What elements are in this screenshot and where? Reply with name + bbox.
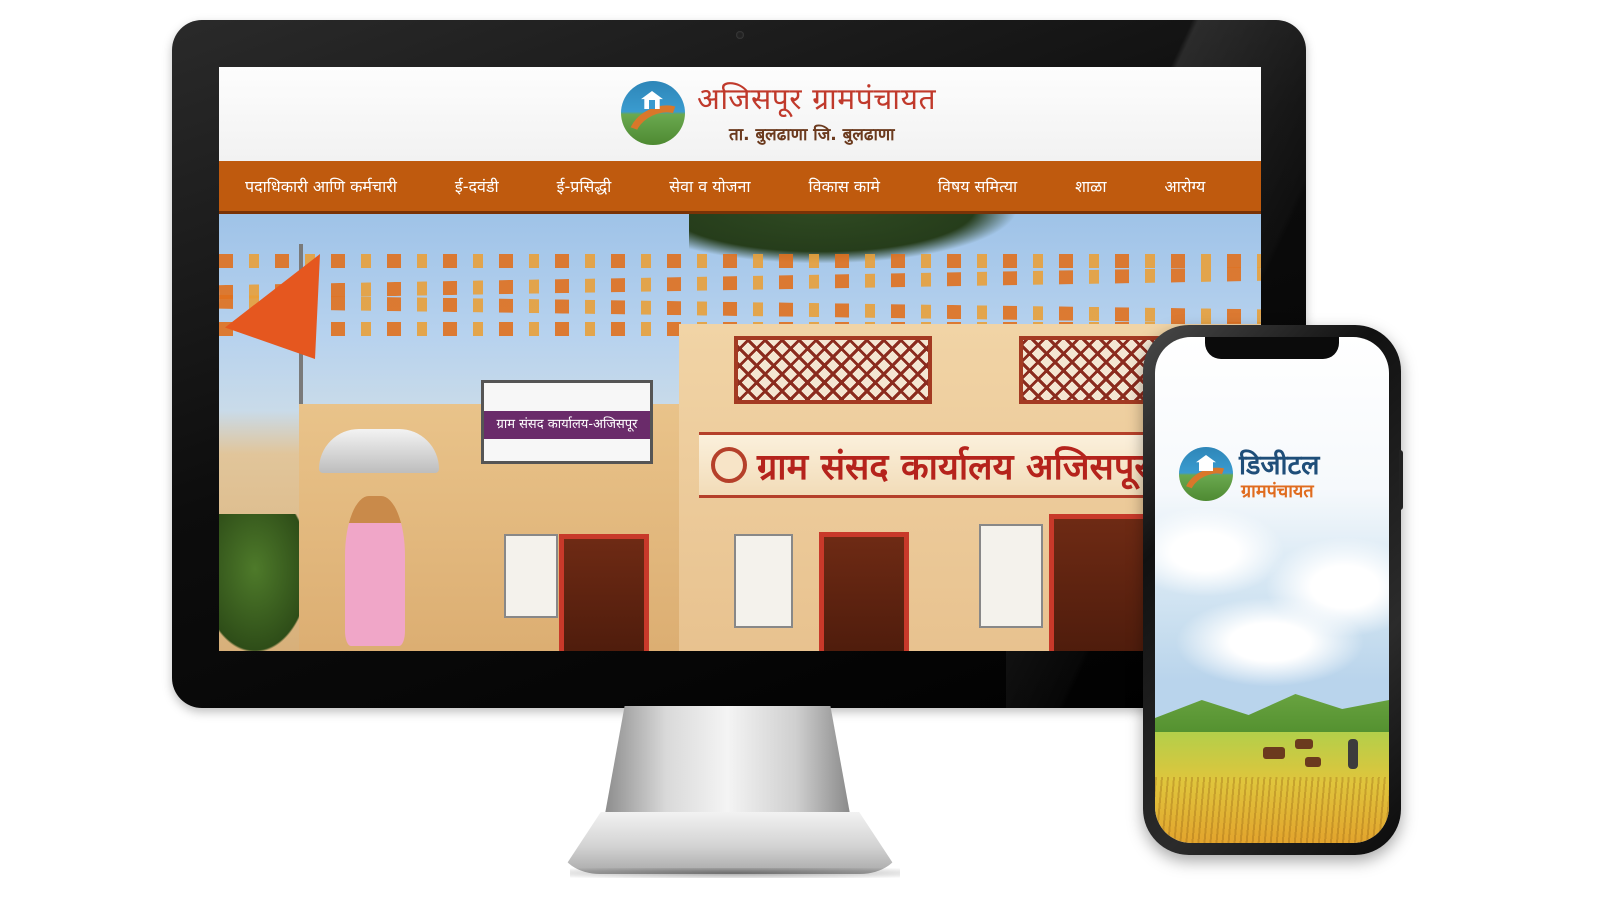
- hero-image: ग्राम संसद कार्यालय-अजिसपूर ग्राम संसद क…: [219, 214, 1261, 651]
- nav-item-subject-committees[interactable]: विषय समित्या: [909, 175, 1046, 197]
- site-title[interactable]: अजिसपूर ग्रामपंचायत: [697, 77, 936, 118]
- phone-side-button: [1399, 450, 1403, 510]
- nav-item-services-schemes[interactable]: सेवा व योजना: [640, 175, 779, 197]
- app-title-line2: ग्रामपंचायत: [1241, 481, 1314, 502]
- notice-board: [979, 524, 1043, 628]
- emblem-icon: [711, 447, 747, 483]
- desktop-screen: अजिसपूर ग्रामपंचायत ता. बुलढाणा जि. बुलढ…: [219, 67, 1261, 651]
- nav-item-officials[interactable]: पदाधिकारी आणि कर्मचारी: [219, 175, 426, 197]
- nav-item-e-davandi[interactable]: ई-दवंडी: [426, 175, 528, 197]
- mobile-screen: डिजीटल ग्रामपंचायत: [1155, 337, 1389, 843]
- bunting-strip: [219, 254, 1261, 268]
- notice-board: [504, 534, 558, 618]
- crop-rows: [1155, 777, 1389, 843]
- cow: [1295, 739, 1313, 749]
- nav-item-development-works[interactable]: विकास कामे: [780, 175, 909, 197]
- notice-board: [734, 534, 793, 628]
- site-logo-icon[interactable]: [621, 81, 685, 145]
- stand-shadow: [570, 868, 900, 878]
- app-title-line1: डिजीटल: [1239, 450, 1320, 481]
- umbrella-canopy: [319, 429, 439, 473]
- shrub: [219, 514, 309, 651]
- cow: [1263, 747, 1285, 759]
- webcam-icon: [736, 31, 744, 39]
- phone-notch: [1205, 337, 1339, 359]
- bunting-strip: [219, 295, 1261, 324]
- door: [559, 534, 649, 651]
- site-header: अजिसपूर ग्रामपंचायत ता. बुलढाणा जि. बुलढ…: [219, 67, 1261, 161]
- door: [819, 532, 909, 651]
- bunting-strip: [219, 267, 1261, 299]
- main-nav: पदाधिकारी आणि कर्मचारी ई-दवंडी ई-प्रसिद्…: [219, 161, 1261, 214]
- app-logo-icon: [1179, 447, 1233, 501]
- site-subtitle: ता. बुलढाणा जि. बुलढाणा: [729, 125, 895, 145]
- door: [1049, 514, 1149, 651]
- nav-item-health[interactable]: आरोग्य: [1135, 175, 1234, 197]
- nav-item-e-prasiddhi[interactable]: ई-प्रसिद्धी: [528, 175, 641, 197]
- logo-house-shape: [1196, 455, 1216, 471]
- nav-item-school[interactable]: शाळा: [1046, 175, 1135, 197]
- cow: [1305, 757, 1321, 767]
- monitor-stand: [605, 706, 850, 814]
- building-sign-text: ग्राम संसद कार्यालय अजिसपूर: [757, 446, 1150, 488]
- statue: [345, 496, 405, 646]
- farmer: [1348, 739, 1358, 769]
- signboard-text: ग्राम संसद कार्यालय-अजिसपूर: [484, 411, 650, 439]
- cloud: [1175, 597, 1365, 687]
- signboard: ग्राम संसद कार्यालय-अजिसपूर: [481, 380, 653, 464]
- monitor-stand-base: [560, 812, 900, 874]
- lattice-balcony: [734, 336, 932, 404]
